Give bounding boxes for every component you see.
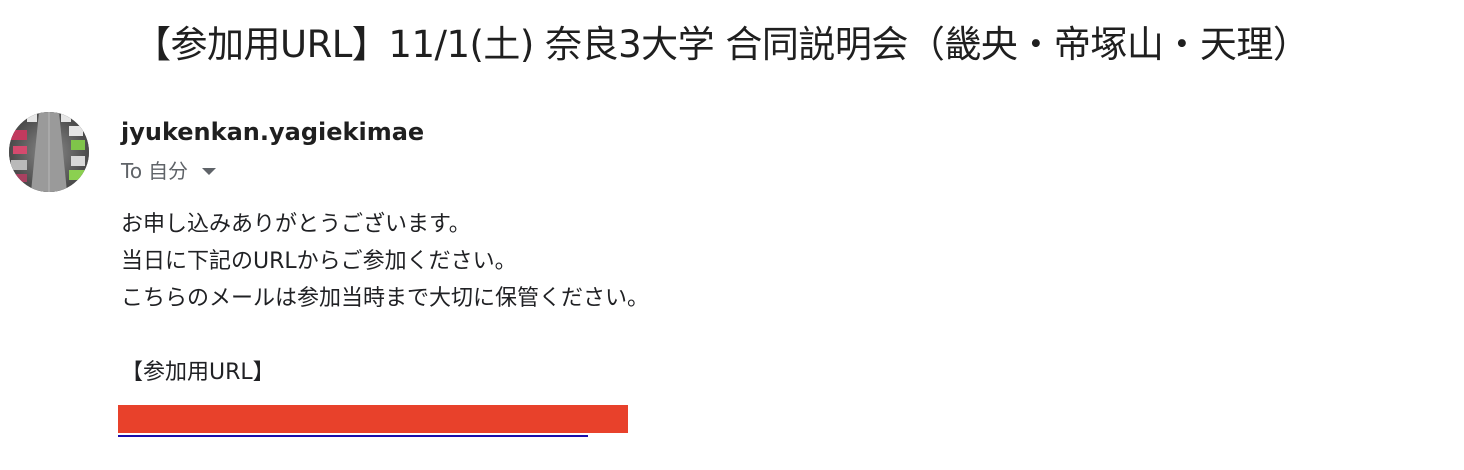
email-body: お申し込みありがとうございます。 当日に下記のURLからご参加ください。 こちら… bbox=[121, 206, 649, 391]
sender-avatar[interactable] bbox=[9, 112, 89, 192]
chevron-down-icon[interactable] bbox=[202, 167, 217, 175]
body-line-blank bbox=[121, 317, 649, 354]
body-line: こちらのメールは参加当時まで大切に保管ください。 bbox=[121, 286, 650, 311]
email-subject: 【参加用URL】11/1(土) 奈良3大学 合同説明会（畿央・帝塚山・天理） bbox=[134, 23, 1310, 66]
recipient-details-toggle[interactable]: To 自分 bbox=[121, 156, 217, 186]
body-line: お申し込みありがとうございます。 bbox=[121, 212, 471, 237]
link-underline bbox=[118, 435, 588, 437]
recipient-value: 自分 bbox=[148, 159, 189, 183]
to-label: To bbox=[121, 159, 143, 183]
avatar-photo bbox=[9, 112, 89, 192]
body-line: 当日に下記のURLからご参加ください。 bbox=[121, 249, 517, 274]
sender-name[interactable]: jyukenkan.yagiekimae bbox=[121, 116, 424, 148]
participation-url-link[interactable] bbox=[118, 405, 628, 437]
body-line: 【参加用URL】 bbox=[121, 360, 275, 385]
email-view: 【参加用URL】11/1(土) 奈良3大学 合同説明会（畿央・帝塚山・天理） j… bbox=[0, 0, 1464, 470]
redaction-box bbox=[118, 405, 628, 433]
